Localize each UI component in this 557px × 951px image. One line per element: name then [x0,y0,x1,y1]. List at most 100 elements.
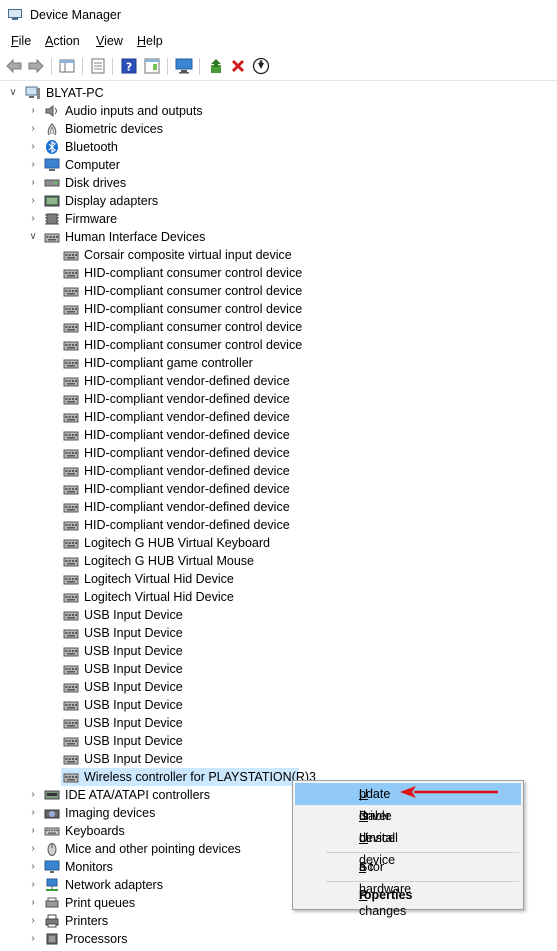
action-pane-icon[interactable] [143,57,161,75]
tree-device-hid-compliant-vendor-defined-device[interactable]: HID-compliant vendor-defined device [0,444,557,462]
chevron-right-icon[interactable]: › [28,138,38,156]
hid-device-icon [63,554,79,568]
tree-item-label: Wireless controller for PLAYSTATION(R)3 [84,770,316,784]
tree-item-label: USB Input Device [84,644,183,658]
tree-device-usb-input-device[interactable]: USB Input Device [0,624,557,642]
hid-device-icon [63,320,79,334]
chevron-right-icon[interactable]: › [28,840,38,858]
tree-category-disk-drives[interactable]: › Disk drives [0,174,557,192]
pc-device-icon [25,86,41,100]
tree-category-human-interface-devices[interactable]: ∨ Human Interface Devices [0,228,557,246]
tree-device-hid-compliant-vendor-defined-device[interactable]: HID-compliant vendor-defined device [0,498,557,516]
tree-item-label: HID-compliant vendor-defined device [84,464,290,478]
back-icon[interactable] [5,57,23,75]
help-icon[interactable]: ? [120,57,138,75]
tree-device-usb-input-device[interactable]: USB Input Device [0,606,557,624]
printq-device-icon [44,896,60,910]
tree-item-label: Biometric devices [65,122,163,136]
uninstall-icon[interactable] [229,57,247,75]
tree-category-processors[interactable]: › Processors [0,930,557,948]
tree-device-logitech-g-hub-virtual-keyboard[interactable]: Logitech G HUB Virtual Keyboard [0,534,557,552]
chevron-right-icon[interactable]: › [28,876,38,894]
tree-item-label: HID-compliant consumer control device [84,320,303,334]
properties-menu-item[interactable]: Properties [295,884,521,906]
tree-device-usb-input-device[interactable]: USB Input Device [0,750,557,768]
hid-device-icon [63,410,79,424]
tree-device-hid-compliant-vendor-defined-device[interactable]: HID-compliant vendor-defined device [0,462,557,480]
chevron-right-icon[interactable]: › [28,210,38,228]
chevron-right-icon[interactable]: › [28,174,38,192]
add-driver-icon[interactable] [207,57,225,75]
tree-device-hid-compliant-vendor-defined-device[interactable]: HID-compliant vendor-defined device [0,390,557,408]
tree-category-firmware[interactable]: › Firmware [0,210,557,228]
chevron-right-icon[interactable]: › [28,786,38,804]
tree-device-hid-compliant-vendor-defined-device[interactable]: HID-compliant vendor-defined device [0,516,557,534]
monitor-icon[interactable] [175,57,193,75]
chevron-right-icon[interactable]: › [28,192,38,210]
chevron-right-icon[interactable]: › [28,120,38,138]
hid-device-icon [63,698,79,712]
chevron-right-icon[interactable]: › [28,156,38,174]
tree-device-hid-compliant-consumer-control-device[interactable]: HID-compliant consumer control device [0,300,557,318]
tree-device-usb-input-device[interactable]: USB Input Device [0,732,557,750]
tree-category-display-adapters[interactable]: › Display adapters [0,192,557,210]
hid-device-icon [63,770,79,784]
show-hide-tree-icon[interactable] [58,57,76,75]
tree-item-label: HID-compliant consumer control device [84,302,303,316]
chevron-right-icon[interactable]: › [28,102,38,120]
chevron-right-icon[interactable]: › [28,912,38,930]
tree-item-label: USB Input Device [84,716,183,730]
hid-device-icon [63,590,79,604]
network-device-icon [44,878,60,892]
disable-device-menu-item[interactable]: Disable device [295,805,521,845]
tree-device-hid-compliant-consumer-control-device[interactable]: HID-compliant consumer control device [0,282,557,300]
update-driver-icon[interactable] [252,57,270,75]
tree-device-hid-compliant-vendor-defined-device[interactable]: HID-compliant vendor-defined device [0,426,557,444]
tree-device-hid-compliant-consumer-control-device[interactable]: HID-compliant consumer control device [0,336,557,354]
forward-icon[interactable] [27,57,45,75]
tree-item-label: Corsair composite virtual input device [84,248,292,262]
chevron-right-icon[interactable]: › [28,804,38,822]
tree-item-label: HID-compliant vendor-defined device [84,392,290,406]
chevron-right-icon[interactable]: › [28,822,38,840]
tree-category-printers[interactable]: › Printers [0,912,557,930]
tree-category-audio-inputs-and-outputs[interactable]: › Audio inputs and outputs [0,102,557,120]
menu-help[interactable]: Help [137,34,163,48]
hid-device-icon [63,608,79,622]
properties-icon[interactable] [89,57,107,75]
tree-device-hid-compliant-game-controller[interactable]: HID-compliant game controller [0,354,557,372]
chevron-down-icon[interactable]: ∨ [8,84,18,102]
scan-hardware-menu-item[interactable]: Sc a n for hardware changes [295,856,521,918]
hid-device-icon [63,680,79,694]
uninstall-device-menu-item[interactable]: Uninstall device [295,827,521,867]
title-bar: Device Manager [0,0,557,32]
tree-device-corsair-composite-virtual-input-device[interactable]: Corsair composite virtual input device [0,246,557,264]
chevron-right-icon[interactable]: › [28,858,38,876]
tree-device-usb-input-device[interactable]: USB Input Device [0,660,557,678]
tree-item-label: USB Input Device [84,608,183,622]
menu-view[interactable]: View [96,34,123,48]
tree-category-biometric-devices[interactable]: › Biometric devices [0,120,557,138]
menu-file[interactable]: File [11,34,31,48]
chevron-right-icon[interactable]: › [28,930,38,948]
chevron-down-icon[interactable]: ∨ [28,228,38,246]
menu-action[interactable]: Action [45,34,80,48]
tree-device-usb-input-device[interactable]: USB Input Device [0,678,557,696]
tree-device-usb-input-device[interactable]: USB Input Device [0,642,557,660]
hid-device-icon [63,482,79,496]
tree-category-computer[interactable]: › Computer [0,156,557,174]
tree-category-bluetooth[interactable]: › Bluetooth [0,138,557,156]
tree-item-label: HID-compliant vendor-defined device [84,500,290,514]
tree-device-usb-input-device[interactable]: USB Input Device [0,714,557,732]
tree-device-usb-input-device[interactable]: USB Input Device [0,696,557,714]
tree-device-logitech-g-hub-virtual-mouse[interactable]: Logitech G HUB Virtual Mouse [0,552,557,570]
tree-device-hid-compliant-consumer-control-device[interactable]: HID-compliant consumer control device [0,318,557,336]
chevron-right-icon[interactable]: › [28,894,38,912]
tree-device-logitech-virtual-hid-device[interactable]: Logitech Virtual Hid Device [0,588,557,606]
tree-device-hid-compliant-vendor-defined-device[interactable]: HID-compliant vendor-defined device [0,372,557,390]
tree-device-hid-compliant-vendor-defined-device[interactable]: HID-compliant vendor-defined device [0,408,557,426]
tree-device-logitech-virtual-hid-device[interactable]: Logitech Virtual Hid Device [0,570,557,588]
tree-device-hid-compliant-consumer-control-device[interactable]: HID-compliant consumer control device [0,264,557,282]
tree-device-hid-compliant-vendor-defined-device[interactable]: HID-compliant vendor-defined device [0,480,557,498]
tree-root-blyat-pc[interactable]: ∨ BLYAT-PC [0,84,557,102]
